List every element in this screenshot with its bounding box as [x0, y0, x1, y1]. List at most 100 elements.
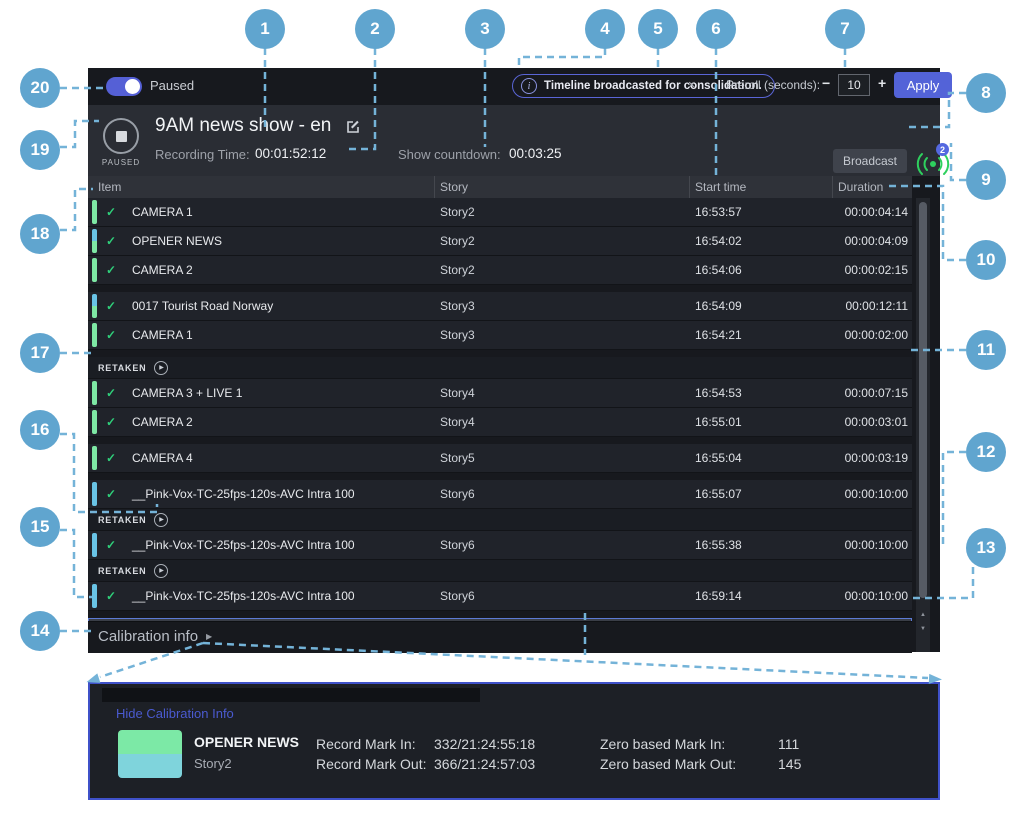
table-row[interactable]: ✓ CAMERA 1 Story2 16:53:57 00:00:04:14 [88, 198, 912, 227]
play-icon[interactable]: ▶ [154, 564, 168, 578]
countdown-label: Show countdown: [398, 147, 501, 162]
story-name: Story3 [440, 299, 475, 313]
item-color-bar [92, 381, 97, 405]
item-name: __Pink-Vox-TC-25fps-120s-AVC Intra 100 [132, 538, 355, 552]
table-row[interactable]: ✓ __Pink-Vox-TC-25fps-120s-AVC Intra 100… [88, 480, 912, 509]
story-name: Story2 [440, 234, 475, 248]
preroll-decrement-button[interactable]: − [822, 75, 830, 91]
start-time: 16:54:09 [695, 299, 742, 313]
play-icon[interactable]: ▶ [154, 361, 168, 375]
duration: 00:00:07:15 [830, 386, 908, 400]
start-time: 16:54:06 [695, 263, 742, 277]
panel-footer: Calibration info ▶ [88, 621, 912, 653]
item-color-bar [92, 229, 97, 253]
swatch-green [118, 730, 182, 754]
item-name: CAMERA 2 [132, 415, 193, 429]
check-icon: ✓ [106, 415, 116, 429]
start-time: 16:53:57 [695, 205, 742, 219]
callout-9: 9 [966, 160, 1006, 200]
table-row[interactable]: ✓ 0017 Tourist Road Norway Story3 16:54:… [88, 292, 912, 321]
table-row[interactable]: ✓ CAMERA 4 Story5 16:55:04 00:00:03:19 [88, 444, 912, 473]
stop-button[interactable] [103, 118, 139, 154]
preroll-label: Preroll (seconds): [726, 78, 820, 92]
column-divider [434, 176, 435, 198]
item-name: __Pink-Vox-TC-25fps-120s-AVC Intra 100 [132, 589, 355, 603]
retaken-row: RETAKEN ▶ [88, 509, 912, 531]
check-icon: ✓ [106, 263, 116, 277]
preroll-increment-button[interactable]: + [878, 75, 886, 91]
callout-16: 16 [20, 410, 60, 450]
duration: 00:00:02:00 [830, 328, 908, 342]
scroll-down-icon[interactable]: ▼ [916, 626, 930, 632]
table-row[interactable]: ✓ CAMERA 1 Story3 16:54:21 00:00:02:00 [88, 321, 912, 350]
table-header: Item Story Start time Duration [88, 176, 912, 200]
toggle-knob [125, 79, 140, 94]
retaken-label: RETAKEN [98, 363, 146, 373]
start-time: 16:55:38 [695, 538, 742, 552]
callout-18: 18 [20, 214, 60, 254]
check-icon: ✓ [106, 205, 116, 219]
scrollbar-thumb[interactable] [919, 202, 927, 598]
check-icon: ✓ [106, 299, 116, 313]
callout-3: 3 [465, 9, 505, 49]
item-name: 0017 Tourist Road Norway [132, 299, 273, 313]
callout-12: 12 [966, 432, 1006, 472]
callout-15: 15 [20, 507, 60, 547]
item-name: CAMERA 4 [132, 451, 193, 465]
edit-title-icon[interactable] [346, 119, 361, 134]
duration: 00:00:10:00 [830, 589, 908, 603]
duration: 00:00:03:19 [830, 451, 908, 465]
duration: 00:00:03:01 [830, 415, 908, 429]
column-start-time[interactable]: Start time [695, 180, 746, 194]
connections-badge: 2 [936, 143, 949, 156]
start-time: 16:54:21 [695, 328, 742, 342]
expand-arrow-icon[interactable]: ▶ [206, 632, 212, 641]
close-icon[interactable]: × [688, 77, 696, 92]
story-name: Story6 [440, 589, 475, 603]
table-row[interactable]: ✓ OPENER NEWS Story2 16:54:02 00:00:04:0… [88, 227, 912, 256]
item-color-bar [92, 410, 97, 434]
pause-toggle[interactable] [106, 77, 142, 96]
callout-2: 2 [355, 9, 395, 49]
table-row[interactable]: ✓ CAMERA 3 + LIVE 1 Story4 16:54:53 00:0… [88, 379, 912, 408]
item-name: CAMERA 1 [132, 328, 193, 342]
callout-10: 10 [966, 240, 1006, 280]
table-row[interactable]: ✓ CAMERA 2 Story4 16:55:01 00:00:03:01 [88, 408, 912, 437]
column-divider [689, 176, 690, 198]
broadcast-button[interactable]: Broadcast [833, 149, 907, 173]
calibration-panel: Hide Calibration Info OPENER NEWS Story2… [88, 682, 940, 800]
story-name: Story2 [440, 263, 475, 277]
duration: 00:00:12:11 [830, 299, 908, 313]
preroll-input[interactable]: 10 [838, 74, 870, 96]
scroll-up-icon[interactable]: ▲ [916, 612, 930, 618]
calibration-info-toggle[interactable]: Calibration info [98, 628, 198, 645]
zero-mark-in-label: Zero based Mark In: [600, 736, 725, 752]
item-name: __Pink-Vox-TC-25fps-120s-AVC Intra 100 [132, 487, 355, 501]
calibration-item-name: OPENER NEWS [194, 734, 299, 750]
callout-7: 7 [825, 9, 865, 49]
hide-calibration-link[interactable]: Hide Calibration Info [116, 706, 234, 721]
story-name: Story4 [440, 415, 475, 429]
recording-time-value: 00:01:52:12 [255, 146, 326, 161]
recording-time-label: Recording Time: [155, 147, 250, 162]
column-item[interactable]: Item [98, 180, 121, 194]
play-icon[interactable]: ▶ [154, 513, 168, 527]
apply-button[interactable]: Apply [894, 72, 952, 98]
zero-mark-in-value: 111 [778, 736, 799, 752]
table-row[interactable]: ✓ __Pink-Vox-TC-25fps-120s-AVC Intra 100… [88, 531, 912, 560]
top-bar: Paused i Timeline broadcasted for consol… [88, 68, 940, 105]
info-icon: i [521, 78, 537, 94]
column-story[interactable]: Story [440, 180, 468, 194]
check-icon: ✓ [106, 589, 116, 603]
record-mark-in-label: Record Mark In: [316, 736, 416, 752]
column-duration[interactable]: Duration [838, 180, 883, 194]
table-row[interactable]: ✓ __Pink-Vox-TC-25fps-120s-AVC Intra 100… [88, 582, 912, 611]
check-icon: ✓ [106, 386, 116, 400]
calibration-story-name: Story2 [194, 756, 232, 771]
stop-icon [116, 131, 127, 142]
scrollbar[interactable]: ▲ ▼ [916, 198, 930, 652]
screenshot-canvas: Paused i Timeline broadcasted for consol… [0, 0, 1024, 819]
duration: 00:00:10:00 [830, 487, 908, 501]
story-name: Story3 [440, 328, 475, 342]
table-row[interactable]: ✓ CAMERA 2 Story2 16:54:06 00:00:02:15 [88, 256, 912, 285]
